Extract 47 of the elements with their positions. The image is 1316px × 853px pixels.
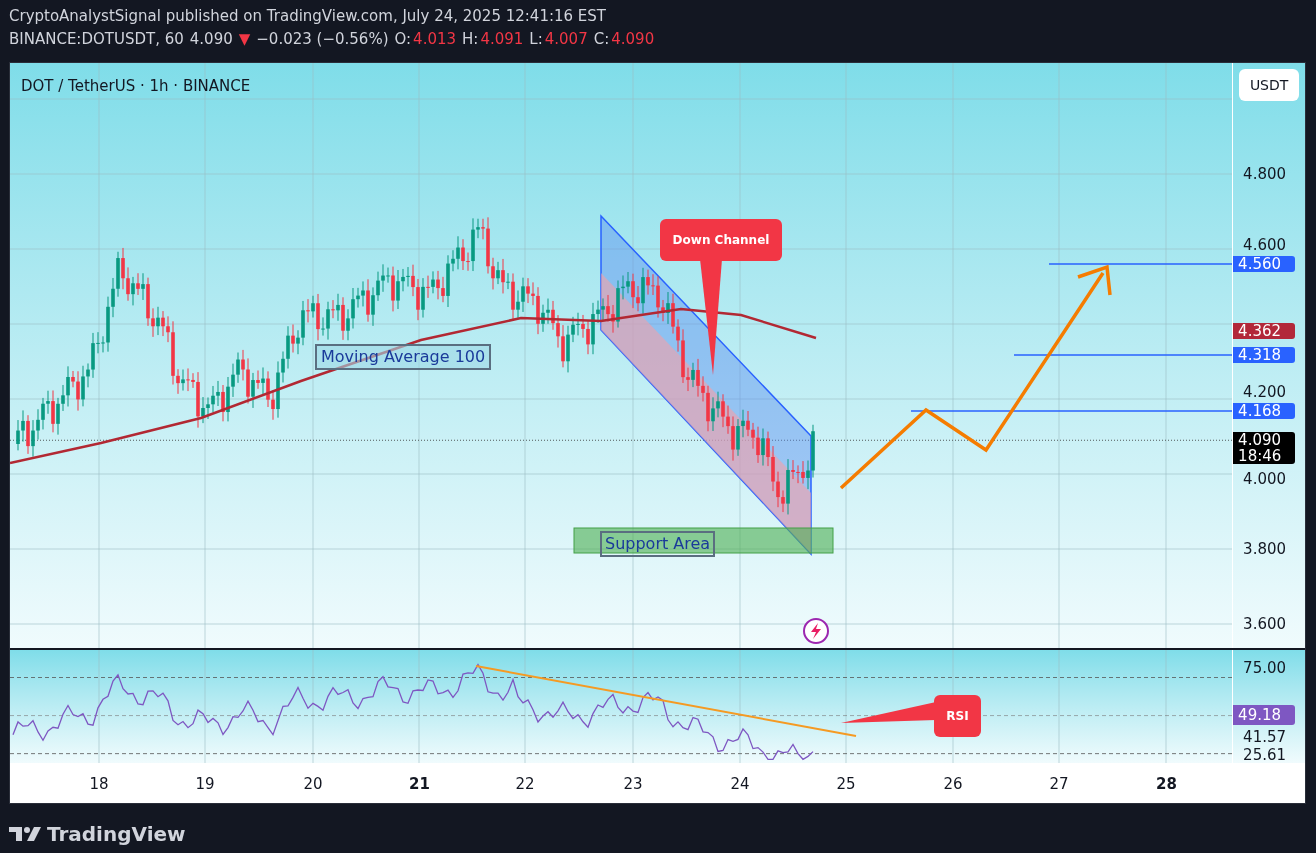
last-price: 4.090	[189, 29, 233, 50]
price-tick: 4.200	[1243, 384, 1287, 400]
price-label: 4.362	[1233, 323, 1296, 339]
time-tick: 27	[1049, 774, 1069, 795]
time-tick: 22	[515, 774, 535, 795]
price-tick: 4.800	[1243, 166, 1287, 182]
price-change: −0.023 (−0.56%)	[256, 29, 389, 50]
chart-title: DOT / TetherUS · 1h · BINANCE	[21, 76, 251, 97]
time-tick: 26	[943, 774, 963, 795]
price-tick: 4.000	[1243, 471, 1287, 487]
ohlc-label: O:	[394, 29, 412, 50]
time-tick: 25	[836, 774, 856, 795]
price-label: 4.318	[1233, 347, 1296, 363]
ohlc-label: H:	[462, 29, 479, 50]
rsi-tick: 25.61	[1243, 746, 1287, 764]
price-tick: 3.600	[1243, 616, 1287, 632]
price-tick: 3.800	[1243, 541, 1287, 557]
price-label: 4.560	[1233, 256, 1296, 272]
time-tick: 21	[409, 774, 429, 795]
price-label: 4.168	[1233, 403, 1296, 419]
ohlc-value: 4.013	[413, 29, 457, 50]
time-tick: 24	[730, 774, 750, 795]
price-label: 4.090 18:46	[1233, 432, 1296, 464]
ohlc-label: L:	[529, 29, 543, 50]
symbol-name: BINANCE:DOTUSDT, 60	[9, 29, 184, 50]
indicator-label: Moving Average 100	[315, 344, 492, 370]
rsi-value-label: 49.18	[1233, 705, 1296, 725]
time-tick: 28	[1156, 774, 1176, 795]
time-tick: 18	[89, 774, 109, 795]
rsi-tick: 75.00	[1243, 659, 1287, 677]
time-tick: 23	[623, 774, 643, 795]
time-tick: 20	[303, 774, 323, 795]
zone-label: Support Area	[600, 531, 716, 557]
callout-label: RSI	[934, 695, 981, 737]
ohlc-label: C:	[593, 29, 610, 50]
ohlc-value: 4.090	[611, 29, 655, 50]
rsi-tick: 41.57	[1243, 728, 1287, 746]
brand-name: TradingView	[47, 821, 186, 848]
currency-button[interactable]: USDT	[1239, 69, 1300, 101]
ohlc-value: 4.091	[480, 29, 524, 50]
ohlc-value: 4.007	[544, 29, 588, 50]
brand-logo-icon	[9, 826, 41, 842]
price-tick: 4.600	[1243, 237, 1287, 253]
lightning-icon	[803, 618, 829, 644]
time-tick: 19	[195, 774, 215, 795]
change-icon: ▼	[238, 28, 251, 51]
publish-byline: CryptoAnalystSignal published on TradingView.com, July 24, 2025 12:41:16 EST	[9, 6, 608, 27]
